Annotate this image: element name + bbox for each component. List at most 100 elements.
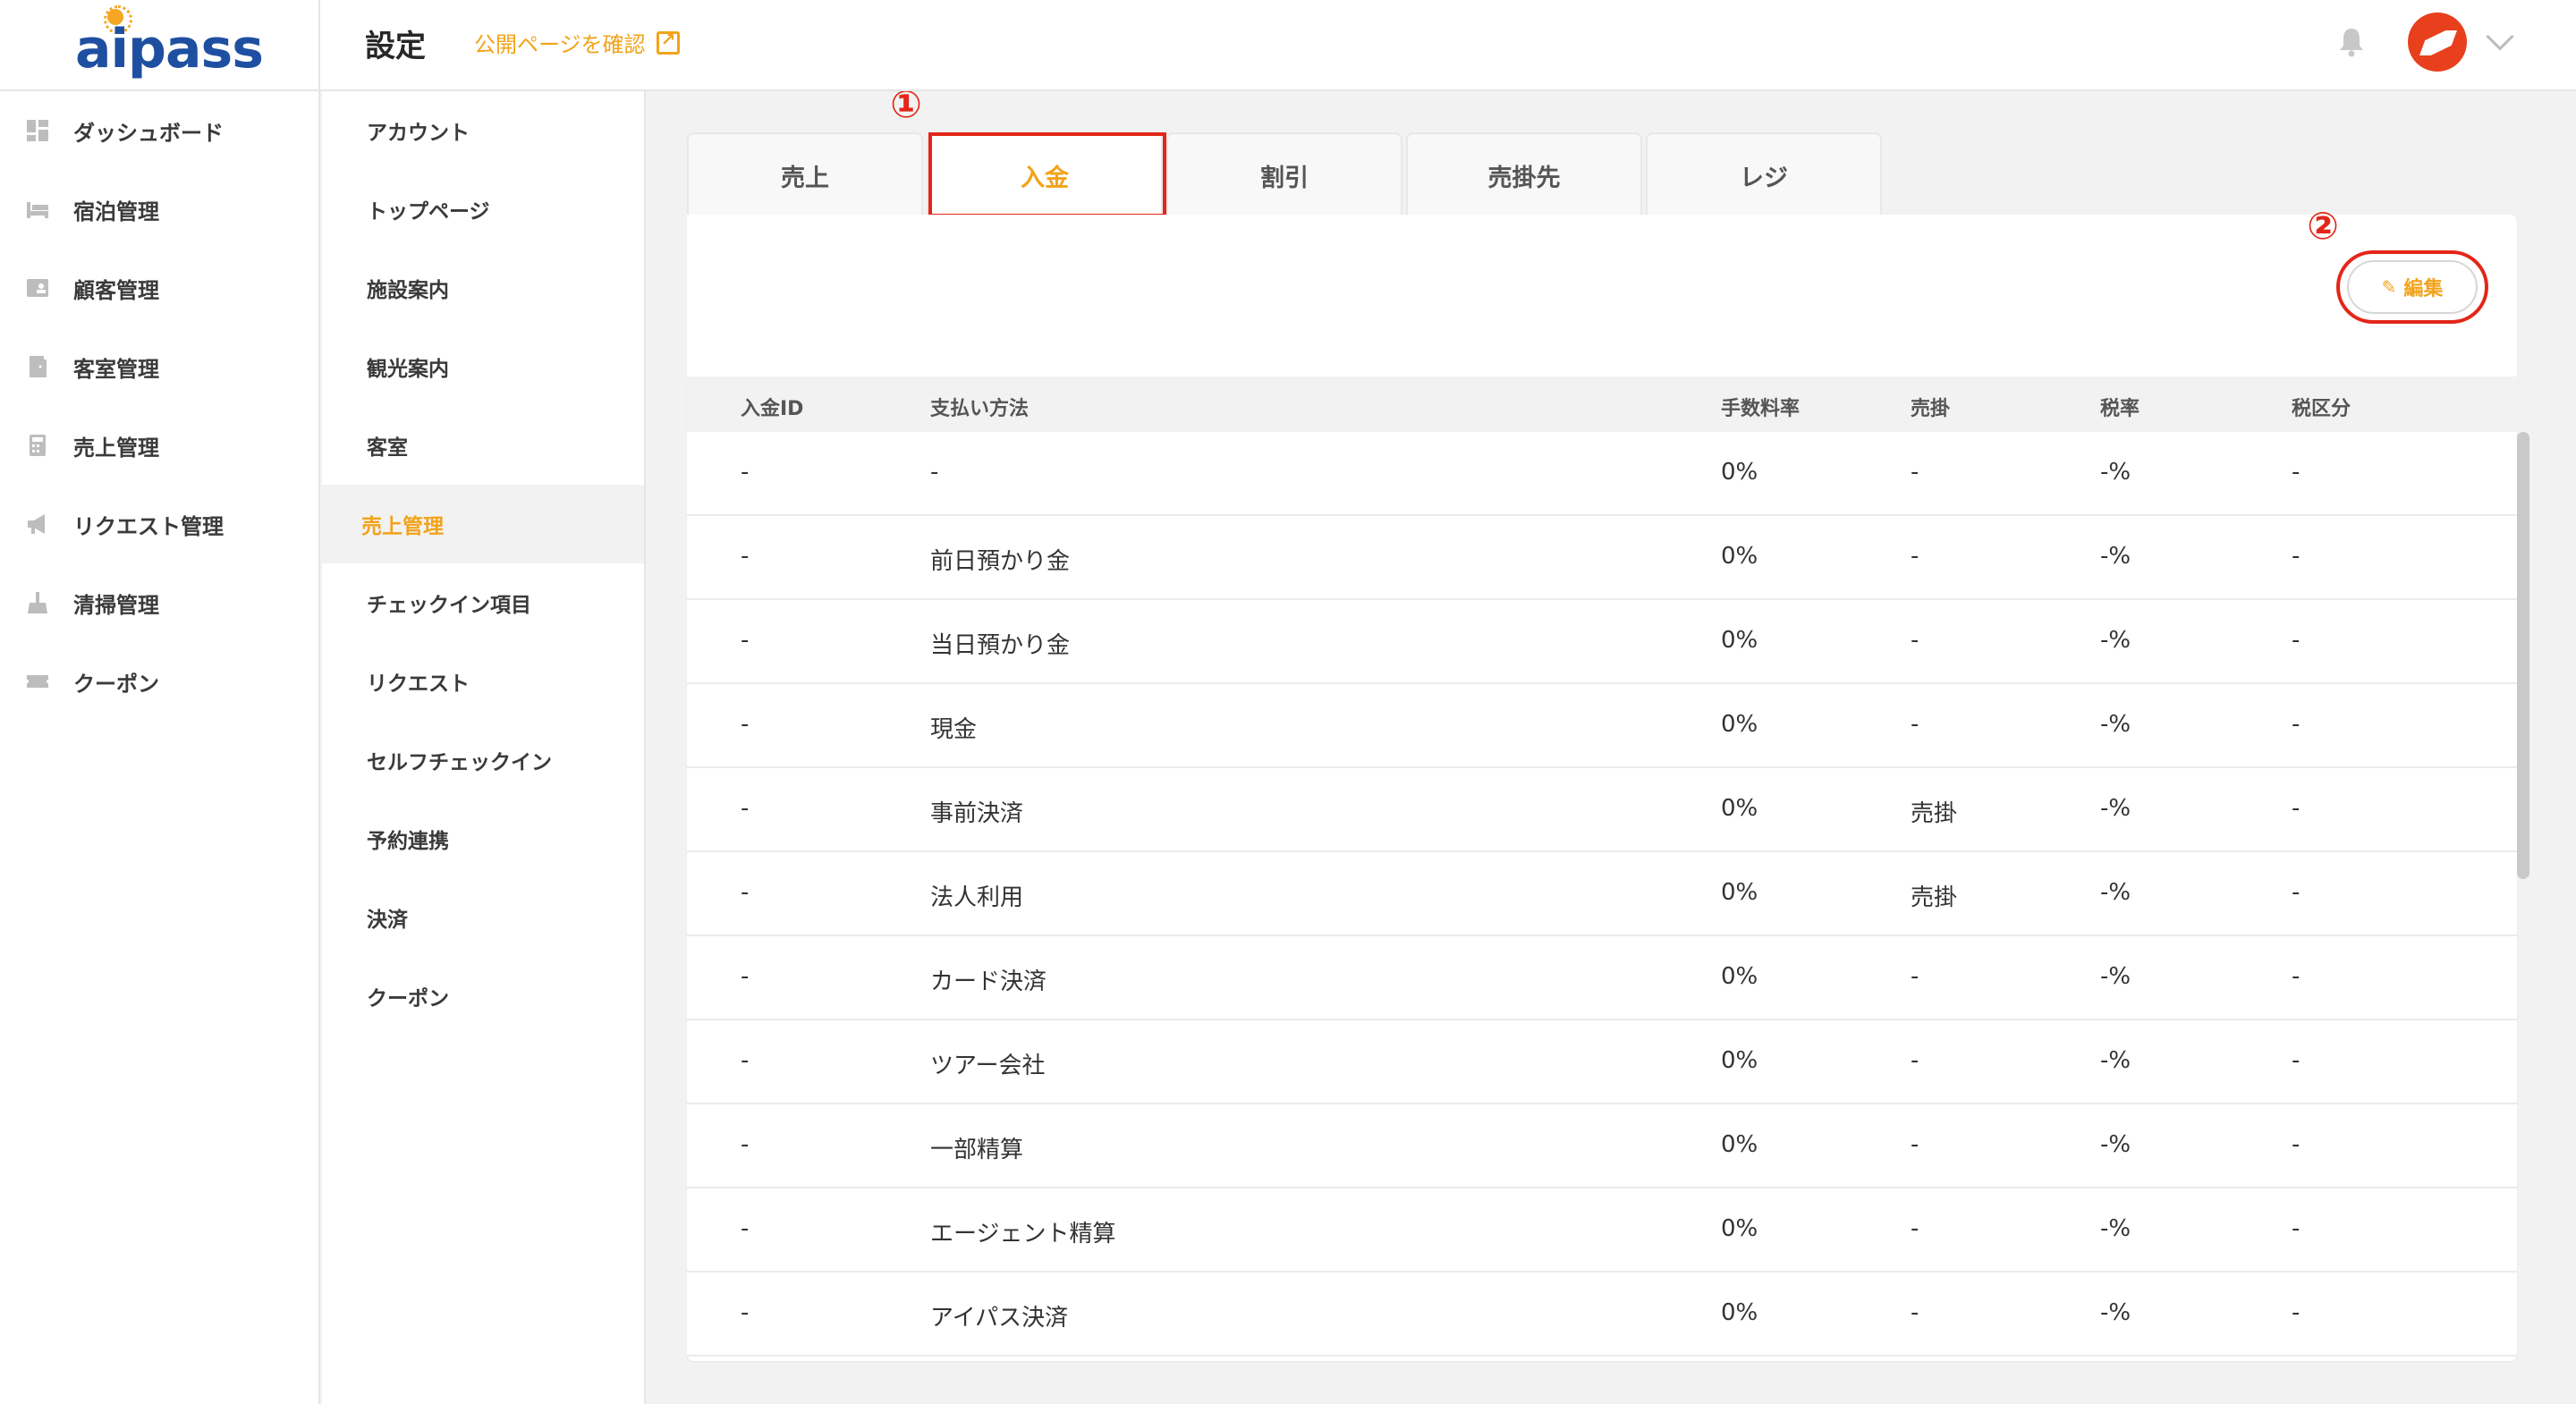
broom-icon [25, 590, 50, 615]
settings-nav-item[interactable]: リクエスト [322, 642, 644, 721]
settings-nav-item[interactable]: 売上管理 [322, 485, 644, 563]
cell-tax-category: - [2292, 543, 2301, 570]
settings-nav-item[interactable]: チェックイン項目 [322, 563, 644, 642]
chevron-down-icon[interactable] [2486, 22, 2514, 51]
cell-receivable: - [1911, 627, 1919, 654]
sidebar-item-label: 客室管理 [73, 356, 159, 382]
cell-receivable: - [1911, 543, 1919, 570]
customer-card-icon [25, 275, 50, 300]
cell-tax-category: - [2292, 1131, 2301, 1158]
sidebar-item-label: クーポン [73, 671, 159, 697]
tab[interactable]: レジ [1646, 132, 1882, 216]
cell-payment-id: - [741, 963, 750, 990]
cell-receivable: 売掛 [1911, 884, 1958, 911]
table-row: - 一部精算 0% - -% - [687, 1104, 2517, 1188]
sidebar-item[interactable]: 売上管理 [0, 406, 318, 485]
tab[interactable]: 売掛先 [1406, 132, 1642, 216]
cell-receivable: - [1911, 1131, 1919, 1158]
settings-nav-item[interactable]: クーポン [322, 957, 644, 1036]
top-header: aipass 設定 公開ページを確認 [0, 0, 2576, 91]
settings-nav-item[interactable]: 施設案内 [322, 249, 644, 327]
sidebar-item[interactable]: 清掃管理 [0, 563, 318, 642]
settings-nav-item[interactable]: セルフチェックイン [322, 721, 644, 799]
settings-nav-item[interactable]: トップページ [322, 170, 644, 249]
sidebar: ダッシュボード 宿泊管理顧客管理客室管理売上管理リクエスト管理清掃管理クーポン [0, 91, 320, 1404]
cell-tax-category: - [2292, 963, 2301, 990]
public-page-link[interactable]: 公開ページを確認 [474, 27, 680, 58]
table-row: - 現金 0% - -% - [687, 684, 2517, 768]
cell-receivable: - [1911, 1215, 1919, 1242]
cell-receivable: - [1911, 711, 1919, 738]
cell-payment-id: - [741, 459, 750, 486]
edit-button[interactable]: ✎ 編集 [2347, 260, 2478, 314]
table-row: - アイパス決済 0% - -% - [687, 1273, 2517, 1357]
cell-fee-rate: 0% [1721, 711, 1758, 738]
tab[interactable]: 入金 [927, 132, 1163, 216]
cell-payment-method: 一部精算 [930, 1137, 1024, 1163]
sidebar-item[interactable]: ダッシュボード [0, 91, 318, 170]
cell-fee-rate: 0% [1721, 1299, 1758, 1326]
sidebar-item[interactable]: 宿泊管理 [0, 170, 318, 249]
settings-nav-item[interactable]: 予約連携 [322, 799, 644, 878]
edit-button-label: 編集 [2403, 278, 2444, 300]
table-row: - エージェント精算 0% - -% - [687, 1188, 2517, 1273]
sidebar-item[interactable]: 客室管理 [0, 327, 318, 406]
megaphone-icon [25, 512, 50, 537]
bell-icon[interactable] [2338, 27, 2365, 57]
cell-tax-category: - [2292, 1299, 2301, 1326]
cell-tax-rate: -% [2100, 1299, 2131, 1326]
cell-tax-category: - [2292, 795, 2301, 822]
cell-receivable: 売掛 [1911, 800, 1958, 827]
settings-nav-item[interactable]: 観光案内 [322, 327, 644, 406]
table-row: - 当日預かり金 0% - -% - [687, 600, 2517, 684]
table-row: - 前日預かり金 0% - -% - [687, 516, 2517, 600]
cell-tax-category: - [2292, 711, 2301, 738]
sidebar-item[interactable]: クーポン [0, 642, 318, 721]
sidebar-item[interactable]: リクエスト管理 [0, 485, 318, 563]
cell-payment-method: - [930, 459, 939, 486]
header-receivable: 売掛 [1911, 398, 1951, 420]
cell-payment-method: ツアー会社 [930, 1053, 1046, 1079]
header-tax-category: 税区分 [2292, 398, 2351, 420]
bed-icon [25, 197, 50, 222]
cell-payment-id: - [741, 627, 750, 654]
table-row: - カード決済 0% - -% - [687, 936, 2517, 1020]
cell-payment-id: - [741, 795, 750, 822]
table-header: 入金ID 支払い方法 手数料率 売掛 税率 税区分 [687, 376, 2517, 432]
avatar[interactable] [2408, 13, 2467, 72]
cell-tax-rate: -% [2100, 627, 2131, 654]
cell-receivable: - [1911, 1047, 1919, 1074]
header-tax-rate: 税率 [2100, 398, 2140, 420]
sidebar-item-label: 顧客管理 [73, 277, 159, 303]
cell-fee-rate: 0% [1721, 627, 1758, 654]
cell-tax-category: - [2292, 1215, 2301, 1242]
header-payment-id: 入金ID [741, 398, 804, 420]
dashboard-icon [25, 118, 50, 143]
cell-payment-id: - [741, 543, 750, 570]
door-icon [25, 354, 50, 379]
logo-text: aipass [75, 18, 264, 80]
cell-tax-category: - [2292, 1047, 2301, 1074]
settings-nav-item[interactable]: 客室 [322, 406, 644, 485]
cell-payment-method: 事前決済 [930, 800, 1024, 827]
sidebar-item-label: 売上管理 [73, 435, 159, 461]
cell-payment-id: - [741, 1047, 750, 1074]
cell-tax-category: - [2292, 627, 2301, 654]
cell-tax-rate: -% [2100, 1131, 2131, 1158]
cell-payment-id: - [741, 1299, 750, 1326]
logo[interactable]: aipass [0, 0, 320, 89]
sidebar-item-label: 清掃管理 [73, 592, 159, 618]
cell-tax-category: - [2292, 879, 2301, 906]
cell-payment-method: 前日預かり金 [930, 548, 1071, 575]
cell-tax-rate: -% [2100, 1215, 2131, 1242]
ticket-icon [25, 669, 50, 694]
cell-payment-id: - [741, 879, 750, 906]
calculator-icon [25, 433, 50, 458]
tab[interactable]: 割引 [1166, 132, 1402, 216]
page-title: 設定 [365, 29, 426, 64]
sidebar-item[interactable]: 顧客管理 [0, 249, 318, 327]
settings-nav-item[interactable]: アカウント [322, 91, 644, 170]
tab[interactable]: 売上 [687, 132, 923, 216]
scrollbar[interactable] [2517, 432, 2529, 879]
settings-nav-item[interactable]: 決済 [322, 878, 644, 957]
